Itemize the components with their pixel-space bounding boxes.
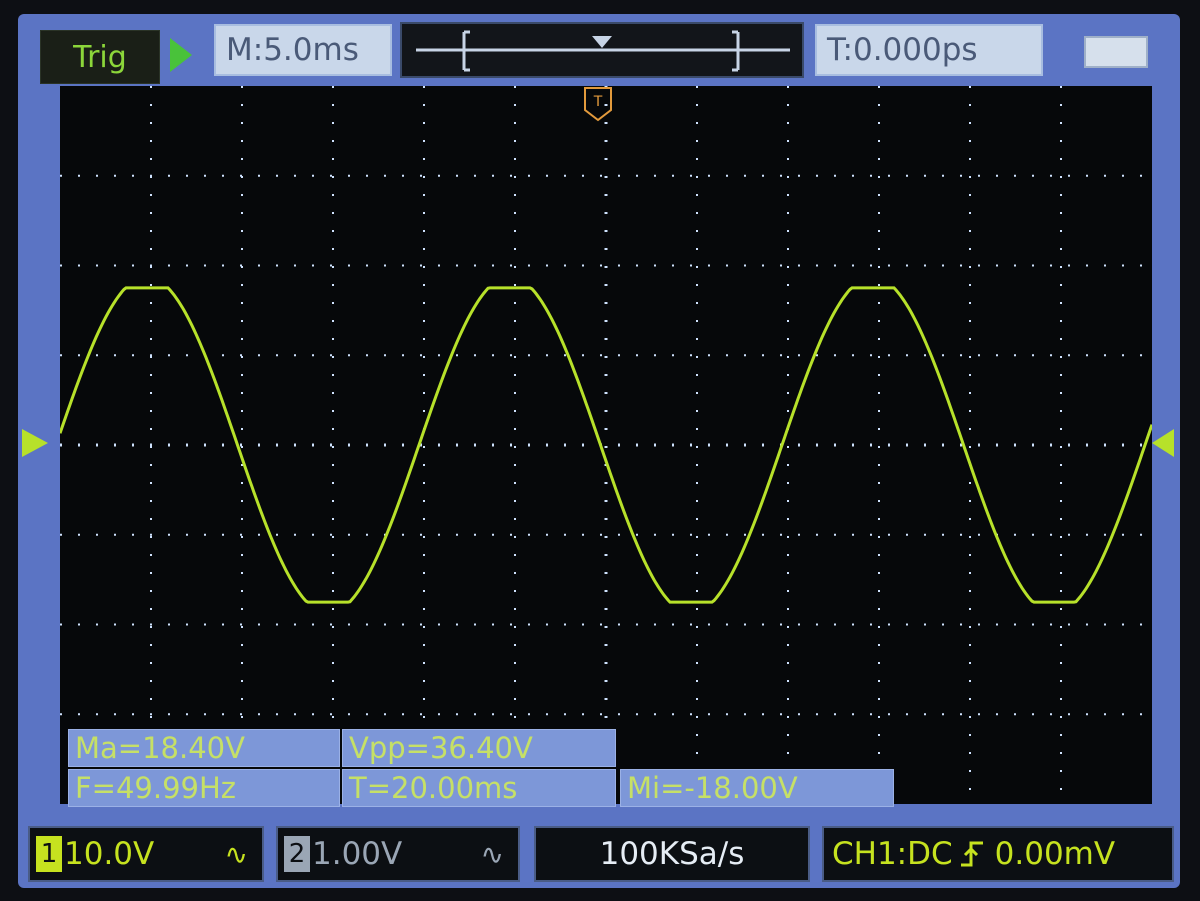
channel1-settings[interactable]: 1 10.0V ∿ <box>28 826 264 882</box>
waveform-grid <box>60 86 1152 804</box>
memory-window-bar <box>400 22 804 78</box>
channel2-scale: 1.00V <box>312 836 403 872</box>
ac-coupling-icon: ∿ <box>224 837 248 871</box>
trigger-level-icon[interactable] <box>1152 429 1174 457</box>
battery-icon <box>1084 36 1148 68</box>
trigger-source: CH1:DC <box>832 836 953 872</box>
channel2-settings[interactable]: 2 1.00V ∿ <box>276 826 520 882</box>
trigger-level: 0.00mV <box>994 836 1116 872</box>
timebase-readout[interactable]: M:5.0ms <box>214 24 392 76</box>
svg-text:T: T <box>593 94 603 110</box>
ac-coupling-icon: ∿ <box>480 837 504 871</box>
trigger-marker-icon[interactable]: T <box>583 86 613 122</box>
measurement-vpp: Vpp=36.40V <box>342 729 616 767</box>
memory-window-svg <box>416 30 790 72</box>
memory-position-icon <box>592 36 612 48</box>
edge-rising-icon <box>960 841 983 867</box>
measurement-period: T=20.00ms <box>342 769 616 807</box>
channel1-scale: 10.0V <box>64 836 155 872</box>
measurement-frequency: F=49.99Hz <box>68 769 340 807</box>
channel2-badge: 2 <box>284 836 310 872</box>
sample-rate-value: 100KSa/s <box>599 836 745 872</box>
run-icon <box>170 38 192 72</box>
trigger-status: Trig <box>40 30 160 84</box>
sample-rate-readout[interactable]: 100KSa/s <box>534 826 810 882</box>
channel1-level-icon[interactable] <box>22 429 48 457</box>
waveform-screen <box>60 86 1152 804</box>
measurement-max: Ma=18.40V <box>68 729 340 767</box>
trigger-settings[interactable]: CH1:DC 0.00mV <box>822 826 1174 882</box>
measurement-min: Mi=-18.00V <box>620 769 894 807</box>
channel1-badge: 1 <box>36 836 62 872</box>
trigger-position-readout[interactable]: T:0.000ps <box>815 24 1043 76</box>
